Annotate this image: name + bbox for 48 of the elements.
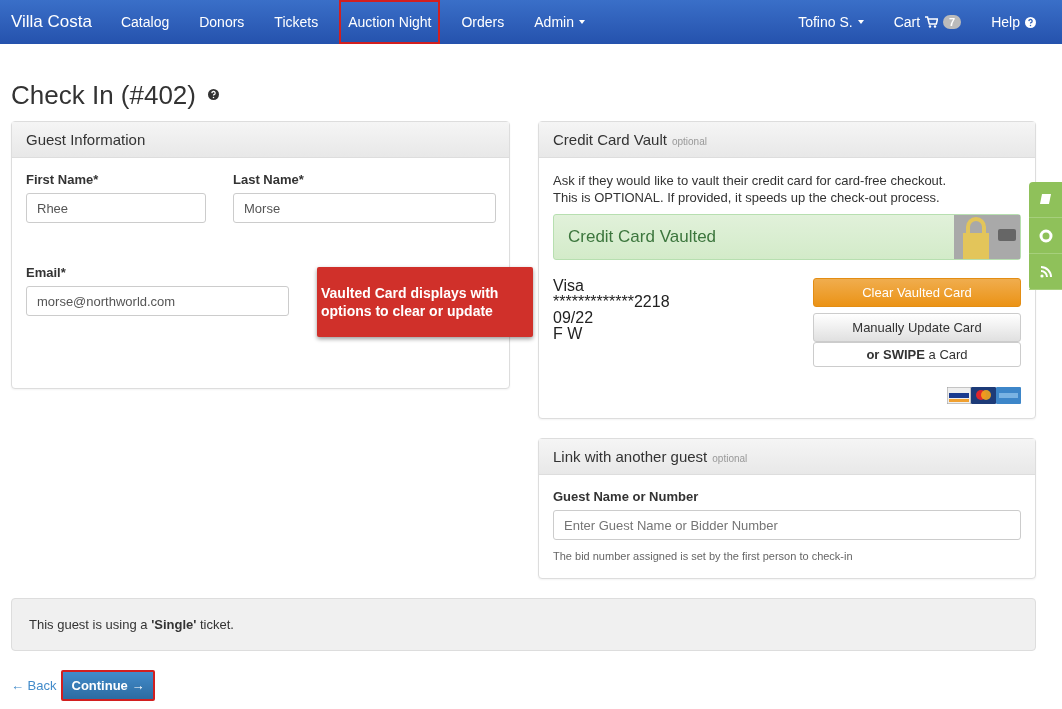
swipe-card-button[interactable]: or SWIPE a Card bbox=[813, 342, 1021, 367]
optional-tag: optional bbox=[671, 136, 707, 147]
cart-count-badge: 7 bbox=[943, 15, 962, 29]
brand-name[interactable]: Villa Costa bbox=[11, 12, 92, 32]
question-icon bbox=[1025, 16, 1036, 28]
nav-link[interactable]: Admin bbox=[525, 0, 594, 44]
cart-link[interactable]: Cart 7 bbox=[884, 0, 971, 44]
caret-icon bbox=[857, 20, 864, 24]
card-expiry: 09/22 bbox=[553, 310, 595, 326]
page-title: Check In (#402) bbox=[11, 80, 196, 111]
mastercard-icon bbox=[971, 387, 996, 404]
padlock-card-icon bbox=[954, 215, 1020, 259]
visa-card-icon bbox=[947, 387, 971, 404]
update-card-button[interactable]: Manually Update Card bbox=[813, 313, 1021, 342]
ticket-info-text: This guest is using a 'Single' ticket. bbox=[29, 617, 234, 632]
nav-link[interactable]: Donors bbox=[190, 0, 254, 44]
annotation-callout: Vaulted Card displays with options to clear or update bbox=[317, 267, 533, 337]
guest-search-input[interactable]: Enter Guest Name or Bidder Number bbox=[553, 510, 1021, 540]
help-text: The bid number assigned is set by the first person to check-in bbox=[553, 550, 854, 562]
vaulted-status-text: Credit Card Vaulted bbox=[568, 227, 717, 247]
card-holder: F W bbox=[553, 326, 584, 342]
optional-tag: optional bbox=[712, 453, 748, 464]
back-link[interactable]: ← Back bbox=[11, 678, 57, 693]
email-input[interactable]: morse@northworld.com bbox=[26, 286, 289, 316]
nav-link[interactable]: Orders bbox=[452, 0, 514, 44]
nav-link[interactable]: Tickets bbox=[265, 0, 328, 44]
card-number: *************2218 bbox=[553, 294, 670, 310]
field-label: First Name* bbox=[26, 172, 100, 187]
description-text: Ask if they would like to vault their credit card for card-free checkout. bbox=[553, 172, 948, 189]
nav-link[interactable]: Auction Night bbox=[339, 0, 441, 44]
text-input[interactable]: Rhee bbox=[26, 193, 206, 223]
user-menu[interactable]: Tofino S. bbox=[789, 0, 873, 44]
panel-title: Credit Card Vault bbox=[553, 131, 667, 148]
description-text: This is OPTIONAL. If provided, it speeds up the check-out process. bbox=[553, 189, 941, 206]
text-input[interactable]: Morse bbox=[233, 193, 496, 223]
field-label: Guest Name or Number bbox=[553, 489, 700, 504]
continue-button[interactable]: Continue → bbox=[60, 670, 156, 701]
amex-card-icon bbox=[996, 387, 1021, 404]
caret-icon bbox=[578, 20, 585, 24]
card-brand: Visa bbox=[553, 278, 585, 294]
panel-title: Link with another guest bbox=[553, 448, 708, 465]
field-label: Last Name* bbox=[233, 172, 305, 187]
panel-title: Guest Information bbox=[26, 131, 146, 148]
help-link[interactable]: Help bbox=[982, 0, 1045, 44]
nav-link[interactable]: Catalog bbox=[111, 0, 179, 44]
field-label: Email* bbox=[26, 265, 67, 280]
question-icon bbox=[208, 89, 219, 100]
cart-icon bbox=[925, 16, 939, 28]
